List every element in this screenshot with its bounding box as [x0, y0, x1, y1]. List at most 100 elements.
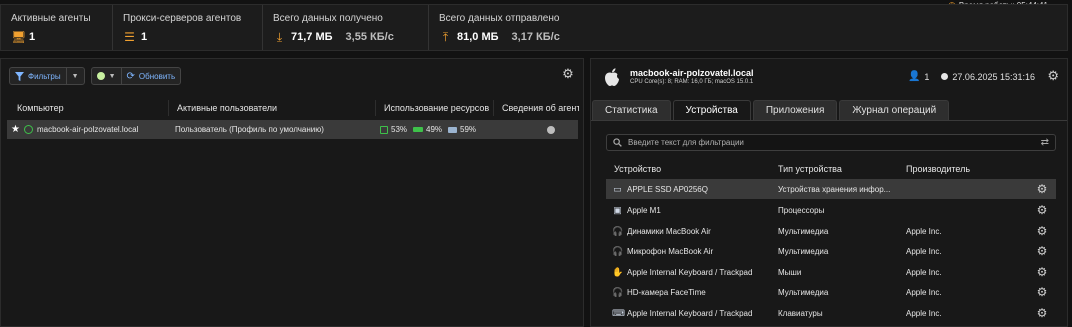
device-vendor: Apple Inc.	[906, 308, 942, 318]
star-icon[interactable]: ★	[11, 124, 20, 135]
disk-usage: 59%	[460, 125, 477, 134]
filters-button[interactable]: Фильтры ▼	[9, 67, 85, 85]
device-specs: CPU Core(s): 8; RAM: 16,0 ГБ; macOS 15.0…	[630, 79, 754, 85]
device-name: Apple M1	[627, 205, 661, 215]
status-dot-icon	[96, 72, 105, 80]
stat-received: Всего данных получено ⤓ 71,7 МБ 3,55 КБ/…	[263, 5, 429, 50]
table-row[interactable]: ★ macbook-air-polzovatel.local Пользоват…	[7, 120, 578, 139]
user-icon: 👤	[907, 71, 921, 82]
device-meta: 👤 1 27.06.2025 15:31:16	[908, 71, 1035, 82]
filter-input[interactable]	[628, 138, 1035, 147]
active-user: Пользователь (Профиль по умолчанию)	[175, 125, 324, 134]
gear-icon[interactable]: ⚙	[1028, 265, 1056, 279]
table-row[interactable]: ⌨ Apple Internal Keyboard / Trackpad Клав…	[606, 303, 1056, 323]
users-count: 1	[924, 71, 930, 82]
stat-active-agents: Активные агенты 🖥 1	[1, 5, 113, 50]
gear-icon[interactable]: ⚙	[1028, 203, 1056, 217]
tab-operations-log[interactable]: Журнал операций	[839, 100, 950, 120]
apple-logo-icon	[605, 68, 619, 86]
gear-icon[interactable]: ⚙	[1028, 182, 1056, 196]
status-refresh-group: ▼ ⟳ Обновить	[90, 67, 182, 85]
status-ok-icon	[23, 125, 33, 134]
stat-label: Всего данных получено	[273, 13, 383, 24]
chevron-down-icon[interactable]: ▼	[72, 73, 79, 80]
filters-label: Фильтры	[28, 71, 61, 81]
device-name: Apple Internal Keyboard / Trackpad	[627, 308, 753, 318]
stats-bar: Активные агенты 🖥 1 Прокси-серверов аген…	[0, 4, 1068, 51]
stat-label: Прокси-серверов агентов	[123, 13, 242, 24]
stat-label: Всего данных отправлено	[439, 13, 560, 24]
stat-rate: 3,55 КБ/с	[345, 31, 394, 43]
computer-name: macbook-air-polzovatel.local	[36, 125, 139, 134]
table-row[interactable]: 🎧 Динамики MacBook Air Мультимедиа Apple …	[606, 221, 1056, 241]
gear-icon[interactable]: ⚙	[1047, 69, 1059, 83]
device-type: Мультимедиа	[778, 226, 829, 236]
mouse-icon: ✋	[612, 266, 624, 277]
keyboard-icon: ⌨	[612, 307, 625, 318]
table-row[interactable]: ▭ APPLE SSD AP0256Q Устройства хранения и…	[606, 179, 1056, 199]
column-header[interactable]: Компьютер	[9, 100, 169, 116]
agent-info-icon[interactable]	[546, 125, 555, 134]
column-header[interactable]: Устройство	[606, 161, 770, 177]
details-tabs: Статистика Устройства Приложения Журнал …	[591, 100, 1067, 121]
column-header[interactable]: Сведения об агент	[494, 100, 579, 116]
cpu-icon	[380, 125, 388, 134]
column-header[interactable]: Использование ресурсов	[376, 100, 494, 116]
stat-value: 81,0 МБ	[457, 31, 499, 43]
server-icon: ☰	[124, 30, 135, 44]
device-vendor: Apple Inc.	[906, 246, 942, 256]
search-icon	[613, 138, 622, 147]
agents-table-header: Компьютер Активные пользователи Использо…	[9, 100, 579, 116]
filter-icon	[15, 71, 24, 81]
device-name: Микрофон MacBook Air	[627, 246, 714, 256]
device-type: Мультимедиа	[778, 287, 829, 297]
column-header[interactable]: Тип устройства	[770, 161, 898, 177]
stat-value: 1	[141, 31, 148, 43]
cpu-usage: 53%	[391, 125, 408, 134]
device-type: Мыши	[778, 267, 802, 277]
disk-icon	[448, 126, 458, 133]
stat-rate: 3,17 КБ/с	[511, 31, 560, 43]
table-row[interactable]: ▣ Apple M1 Процессоры ⚙	[606, 200, 1056, 220]
refresh-icon: ⟳	[126, 70, 135, 82]
table-row[interactable]: ✋ Apple Internal Keyboard / Trackpad Мыши…	[606, 262, 1056, 282]
device-name: Динамики MacBook Air	[627, 226, 711, 236]
devices-table-header: Устройство Тип устройства Производитель	[606, 161, 1056, 177]
device-name: APPLE SSD AP0256Q	[627, 184, 708, 194]
stat-value: 1	[29, 31, 36, 43]
ram-usage: 49%	[426, 125, 443, 134]
agents-panel: Фильтры ▼ ▼ ⟳ Обновить ⚙ Компьютер Актив…	[0, 58, 584, 327]
stat-value: 71,7 МБ	[291, 31, 333, 43]
gear-icon[interactable]: ⚙	[1028, 285, 1056, 299]
filter-options-icon[interactable]: ⇄	[1041, 137, 1049, 148]
gear-icon[interactable]: ⚙	[1028, 224, 1056, 238]
headphones-icon: 🎧	[612, 245, 624, 256]
refresh-label: Обновить	[138, 71, 176, 81]
column-header[interactable]: Производитель	[898, 161, 1028, 177]
gear-icon[interactable]: ⚙	[1028, 306, 1056, 320]
upload-icon: ⤒	[442, 30, 449, 44]
device-name: HD-камера FaceTime	[627, 287, 706, 297]
gear-icon[interactable]: ⚙	[1028, 244, 1056, 258]
status-filter-dropdown[interactable]: ▼	[92, 68, 121, 84]
tab-devices[interactable]: Устройства	[672, 100, 751, 120]
device-datetime: 27.06.2025 15:31:16	[952, 71, 1035, 82]
device-name: Apple Internal Keyboard / Trackpad	[627, 267, 753, 277]
ram-icon	[413, 127, 424, 132]
device-type: Процессоры	[778, 205, 825, 215]
headphones-icon: 🎧	[612, 286, 624, 297]
tab-applications[interactable]: Приложения	[752, 100, 838, 120]
gear-icon[interactable]: ⚙	[561, 67, 575, 81]
column-header[interactable]: Активные пользователи	[169, 100, 376, 116]
agents-toolbar: Фильтры ▼ ▼ ⟳ Обновить	[9, 67, 182, 85]
table-row[interactable]: 🎧 Микрофон MacBook Air Мультимедиа Apple …	[606, 241, 1056, 261]
chevron-down-icon: ▼	[108, 72, 116, 80]
stat-sent: Всего данных отправлено ⤒ 81,0 МБ 3,17 К…	[429, 5, 629, 50]
stat-proxies: Прокси-серверов агентов ☰ 1	[113, 5, 263, 50]
device-details-panel: macbook-air-polzovatel.local CPU Core(s)…	[590, 58, 1068, 327]
device-vendor: Apple Inc.	[906, 226, 942, 236]
clock-icon	[941, 73, 949, 80]
tab-statistics[interactable]: Статистика	[592, 100, 671, 120]
table-row[interactable]: 🎧 HD-камера FaceTime Мультимедиа Apple In…	[606, 282, 1056, 302]
refresh-button[interactable]: ⟳ Обновить	[120, 68, 181, 84]
